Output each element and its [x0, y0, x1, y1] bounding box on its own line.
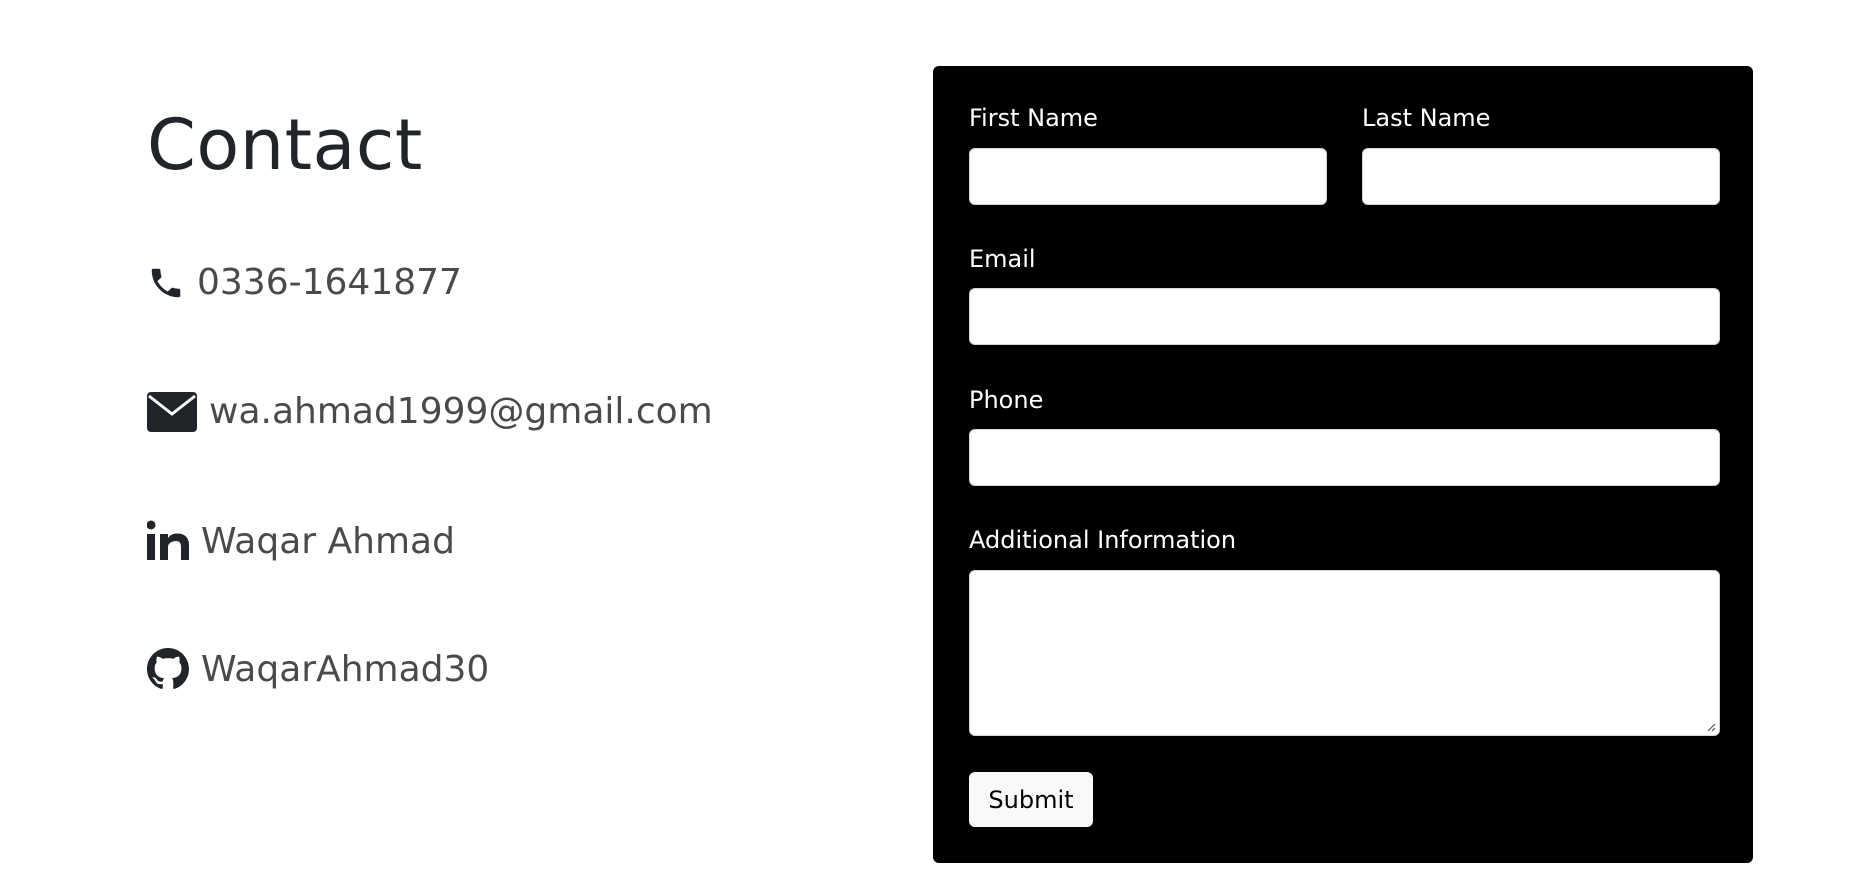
resize-handle-icon[interactable]: [1706, 722, 1716, 732]
email-address: wa.ahmad1999@gmail.com: [209, 391, 713, 432]
last-name-field[interactable]: [1362, 148, 1720, 205]
linkedin-icon: [147, 520, 189, 562]
email-field[interactable]: [969, 288, 1720, 345]
last-name-label: Last Name: [1362, 104, 1491, 132]
phone-contact: 0336-1641877: [147, 262, 462, 303]
contact-page: Contact 0336-1641877 wa.ahmad1999@gmail.…: [0, 0, 1864, 877]
additional-info-label: Additional Information: [969, 526, 1237, 554]
linkedin-contact: Waqar Ahmad: [147, 520, 455, 562]
first-name-label: First Name: [969, 104, 1098, 132]
page-title: Contact: [147, 104, 423, 186]
contact-form: First Name Last Name Email Phone Additio…: [933, 66, 1753, 863]
email-label: Email: [969, 245, 1036, 273]
github-contact: WaqarAhmad30: [147, 648, 489, 690]
additional-info-textarea[interactable]: [969, 570, 1720, 736]
phone-number: 0336-1641877: [197, 262, 462, 303]
linkedin-name: Waqar Ahmad: [201, 520, 455, 562]
first-name-field[interactable]: [969, 148, 1327, 205]
phone-field[interactable]: [969, 429, 1720, 486]
github-icon: [147, 648, 189, 690]
email-contact: wa.ahmad1999@gmail.com: [147, 391, 713, 432]
phone-label: Phone: [969, 386, 1044, 414]
submit-button[interactable]: Submit: [969, 772, 1093, 827]
contact-info: Contact 0336-1641877 wa.ahmad1999@gmail.…: [147, 100, 847, 690]
github-username: WaqarAhmad30: [201, 648, 490, 690]
phone-icon: [147, 264, 185, 302]
envelope-icon: [147, 391, 197, 432]
